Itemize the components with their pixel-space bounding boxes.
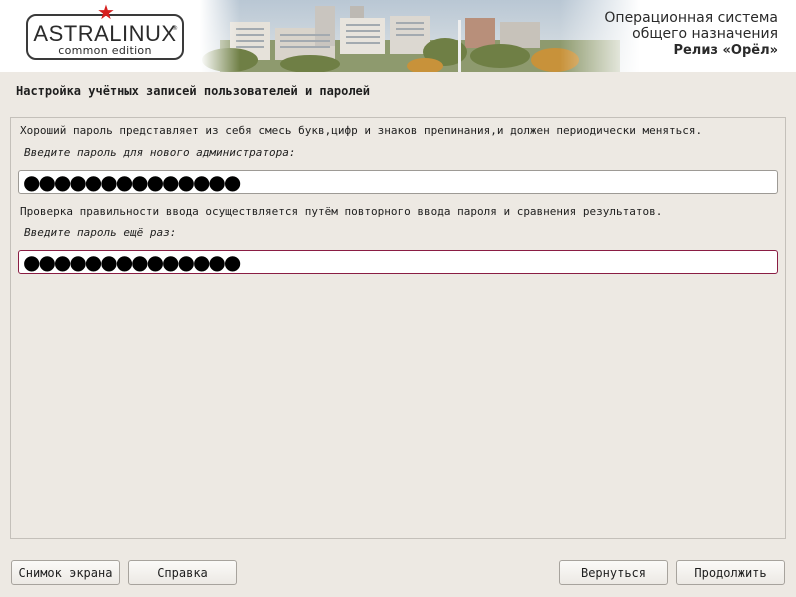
os-title-line2: общего назначения [632, 26, 778, 42]
help-button[interactable]: Справка [128, 560, 237, 585]
astralinux-logo: ★ ASTRALINUX ® common edition [26, 2, 184, 60]
intro-text: Хороший пароль представляет из себя смес… [20, 124, 703, 137]
screenshot-button[interactable]: Снимок экрана [11, 560, 120, 585]
city-panorama-image [200, 0, 640, 72]
logo-edition: common edition [58, 44, 152, 57]
password-label: Введите пароль для нового администратора… [24, 146, 296, 159]
back-button[interactable]: Вернуться [559, 560, 668, 585]
registered-mark: ® [172, 25, 178, 32]
header-banner: ★ ASTRALINUX ® common edition Операционн… [0, 0, 796, 72]
continue-button[interactable]: Продолжить [676, 560, 785, 585]
confirm-password-input[interactable]: ●●●●●●●●●●●●●● [18, 250, 778, 274]
os-title-line1: Операционная система [604, 10, 778, 26]
os-release: Релиз «Орёл» [673, 43, 778, 58]
page-title: Настройка учётных записей пользователей … [16, 84, 371, 98]
logo-name: ASTRALINUX [33, 21, 177, 46]
red-star-icon: ★ [97, 0, 115, 24]
verify-text: Проверка правильности ввода осуществляет… [20, 205, 663, 218]
password-input[interactable]: ●●●●●●●●●●●●●● [18, 170, 778, 194]
confirm-password-label: Введите пароль ещё раз: [24, 226, 177, 239]
os-title: Операционная система общего назначения [604, 10, 778, 42]
